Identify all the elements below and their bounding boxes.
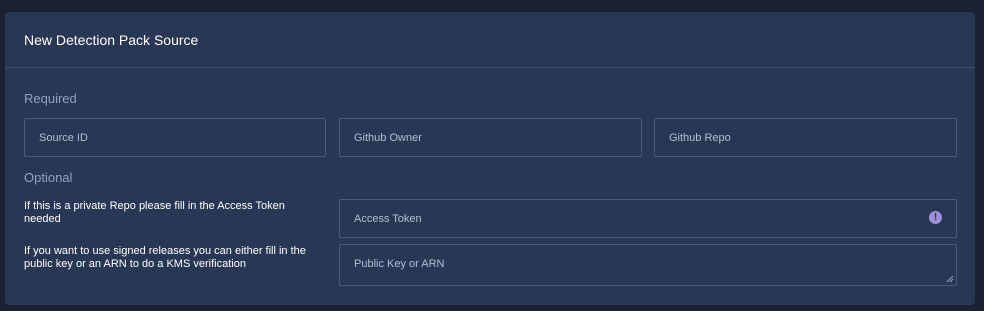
public-key-placeholder: Public Key or ARN [354, 258, 445, 270]
source-id-input[interactable]: Source ID [24, 118, 326, 157]
source-id-placeholder: Source ID [39, 131, 88, 144]
access-token-help-text: If this is a private Repo please fill in… [24, 200, 285, 225]
public-key-help-text: If you want to use signed releases you c… [24, 245, 306, 270]
access-token-placeholder: Access Token [354, 212, 422, 225]
required-section-label: Required [24, 91, 77, 106]
optional-section-label: Optional [24, 170, 73, 185]
github-repo-input[interactable]: Github Repo [654, 118, 957, 157]
public-key-textarea[interactable]: Public Key or ARN [339, 244, 957, 286]
github-owner-input[interactable]: Github Owner [339, 118, 642, 157]
panel-title: New Detection Pack Source [24, 31, 199, 48]
exclamation-circle-icon: ! [929, 211, 942, 224]
panel-header: New Detection Pack Source [5, 12, 975, 68]
github-repo-placeholder: Github Repo [669, 131, 731, 144]
access-token-input[interactable]: Access Token ! [339, 199, 957, 238]
resize-grip-icon[interactable] [946, 275, 954, 283]
github-owner-placeholder: Github Owner [354, 131, 422, 144]
new-detection-pack-source-panel: New Detection Pack Source Required Sourc… [5, 12, 975, 305]
